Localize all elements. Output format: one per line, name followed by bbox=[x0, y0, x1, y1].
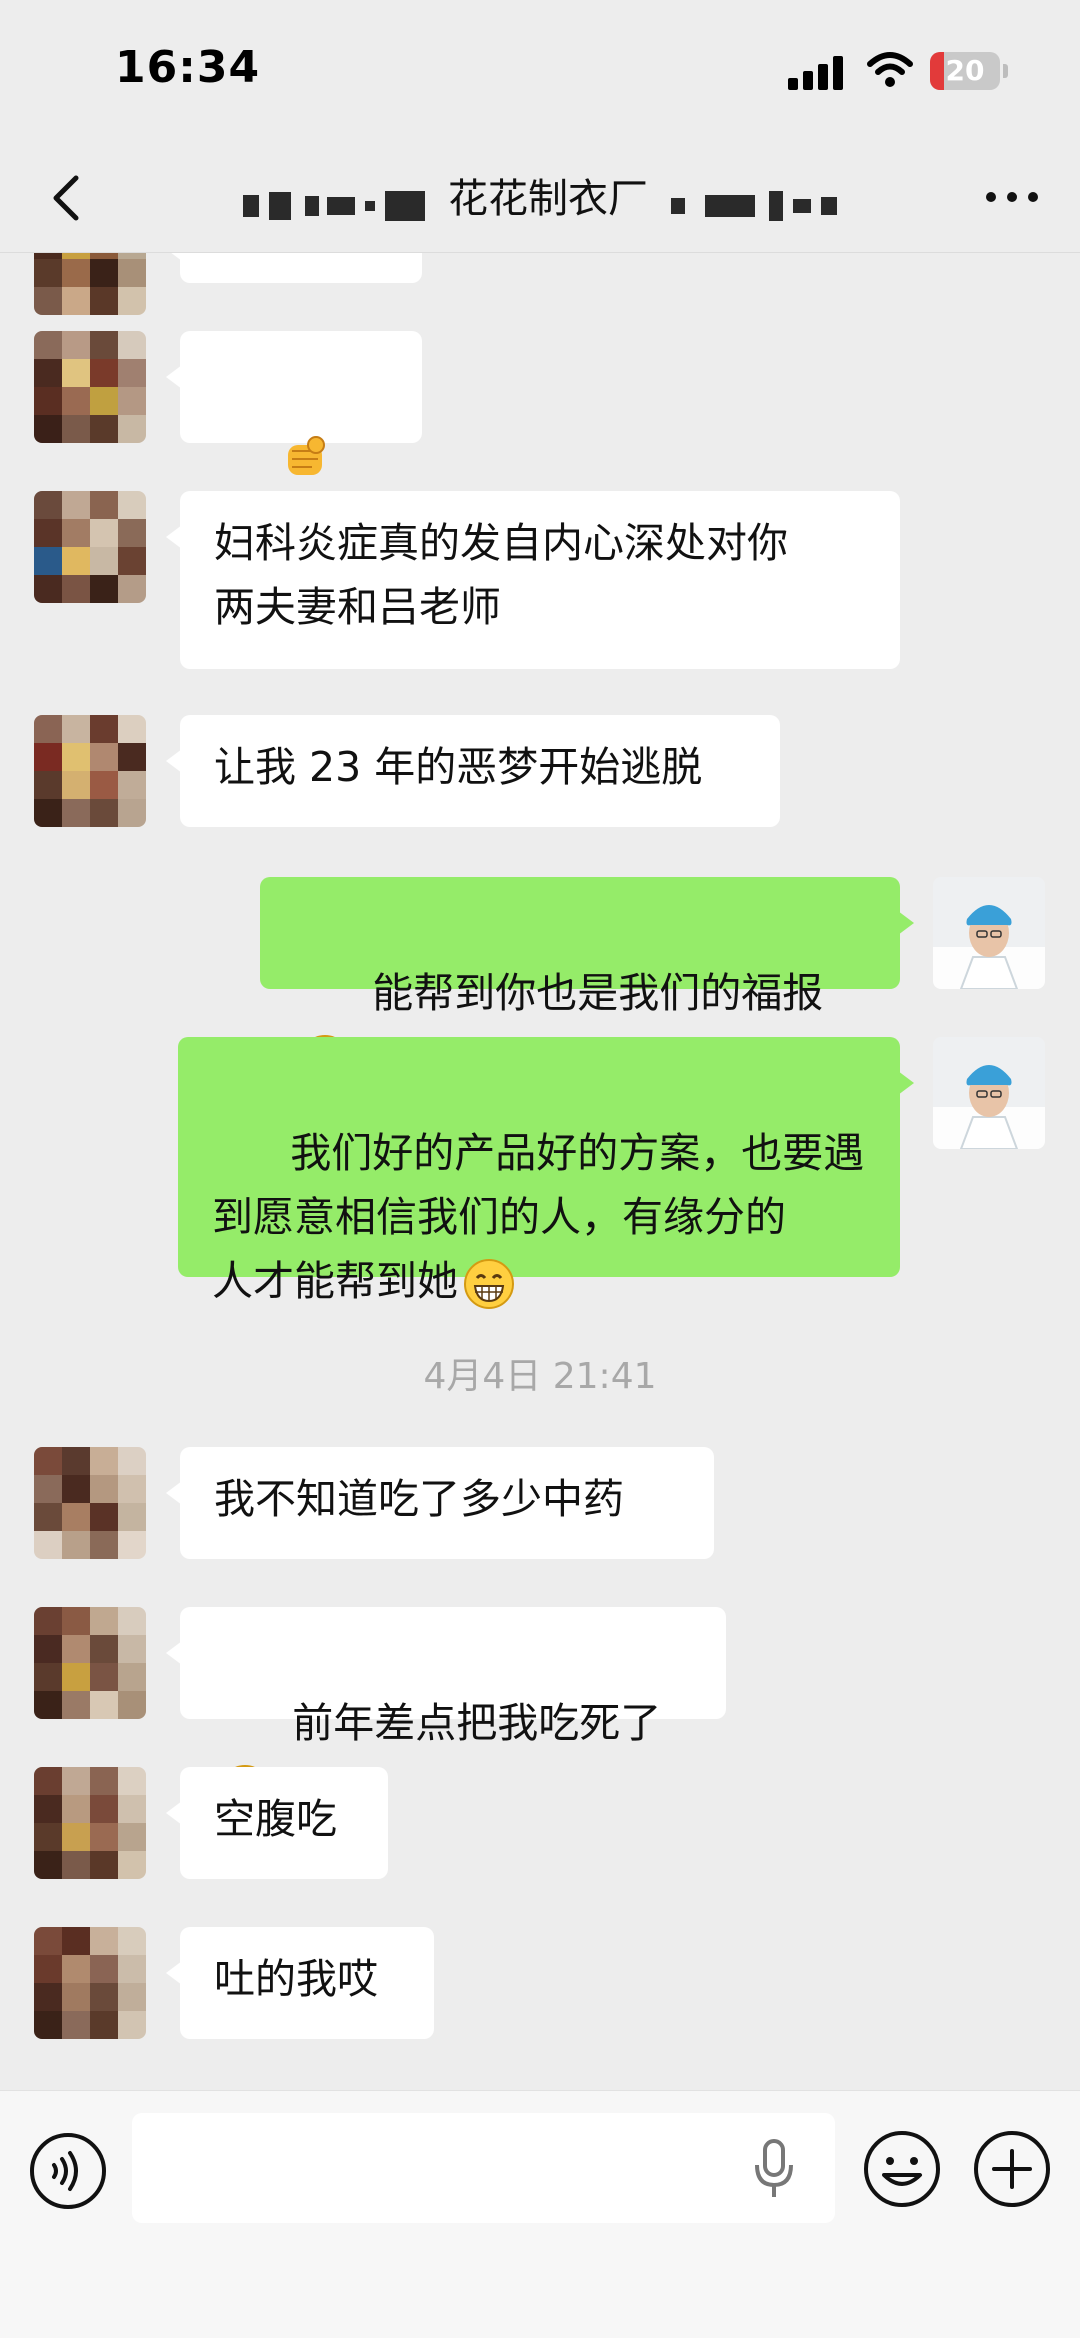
chat-title: 花花制衣厂 bbox=[0, 166, 1080, 224]
nav-bar: 花花制衣厂 bbox=[0, 140, 1080, 253]
message-bubble-outgoing[interactable]: 能帮到你也是我们的福报 bbox=[260, 877, 914, 1085]
message-text: 能帮到你也是我们的福报 bbox=[372, 969, 824, 1017]
message-text: 前年差点把我吃死了 bbox=[292, 1699, 662, 1747]
avatar[interactable] bbox=[34, 1927, 146, 2039]
avatar[interactable] bbox=[34, 331, 146, 443]
battery-tip bbox=[1003, 64, 1008, 78]
more-icon[interactable] bbox=[982, 178, 1042, 218]
message-bubble-outgoing[interactable]: 我们好的产品好的方案，也要遇 到愿意相信我们的人，有缘分的 人才能帮到她 bbox=[178, 1037, 914, 1309]
input-bar bbox=[0, 2090, 1080, 2338]
message-bubble[interactable]: 我不知道吃了多少中药 bbox=[166, 1447, 714, 1559]
battery-icon: 20 bbox=[930, 52, 1000, 90]
message-bubble[interactable]: 前年差点把我吃死了 bbox=[166, 1607, 726, 1815]
status-bar: 16:34 20 bbox=[0, 0, 1080, 140]
message-bubble[interactable]: 让我 23 年的恶梦开始逃脱 bbox=[166, 715, 780, 827]
mic-icon[interactable] bbox=[752, 2137, 796, 2201]
battery-level: 20 bbox=[945, 54, 985, 87]
message-bubble-fists[interactable] bbox=[166, 331, 422, 603]
message-bubble[interactable]: 妇科炎症真的发自内心深处对你 两夫妻和吕老师 bbox=[166, 491, 900, 669]
message-bubble[interactable]: 空腹吃 bbox=[166, 1767, 388, 1879]
redacted-block-left bbox=[243, 181, 426, 221]
chat-title-text: 花花制衣厂 bbox=[448, 176, 648, 222]
avatar[interactable] bbox=[34, 1607, 146, 1719]
message-bubble-fists-partial[interactable] bbox=[166, 253, 422, 283]
timestamp: 4月4日 21:41 bbox=[423, 1356, 657, 1397]
status-time: 16:34 bbox=[115, 42, 261, 93]
doctor-avatar[interactable] bbox=[933, 877, 1045, 989]
grin-emoji-icon bbox=[464, 1259, 514, 1309]
wifi-icon bbox=[867, 52, 913, 87]
avatar[interactable] bbox=[34, 491, 146, 603]
avatar[interactable] bbox=[34, 253, 146, 315]
fist-emoji-icon bbox=[288, 436, 326, 475]
doctor-avatar[interactable] bbox=[933, 1037, 1045, 1149]
message-input[interactable] bbox=[132, 2113, 835, 2223]
avatar[interactable] bbox=[34, 1447, 146, 1559]
signal-icon bbox=[788, 56, 844, 90]
redacted-block-right bbox=[670, 181, 837, 221]
voice-icon[interactable] bbox=[28, 2131, 108, 2211]
avatar[interactable] bbox=[34, 715, 146, 827]
message-text: 我们好的产品好的方案，也要遇 到愿意相信我们的人，有缘分的 人才能帮到她 bbox=[212, 1129, 865, 1305]
message-bubble[interactable]: 吐的我哎 bbox=[166, 1927, 434, 2039]
emoji-icon[interactable] bbox=[862, 2129, 942, 2209]
avatar[interactable] bbox=[34, 1767, 146, 1879]
plus-icon[interactable] bbox=[972, 2129, 1052, 2209]
chat-area[interactable]: 妇科炎症真的发自内心深处对你 两夫妻和吕老师 让我 23 年的恶梦开始逃脱 能帮… bbox=[0, 253, 1080, 2083]
